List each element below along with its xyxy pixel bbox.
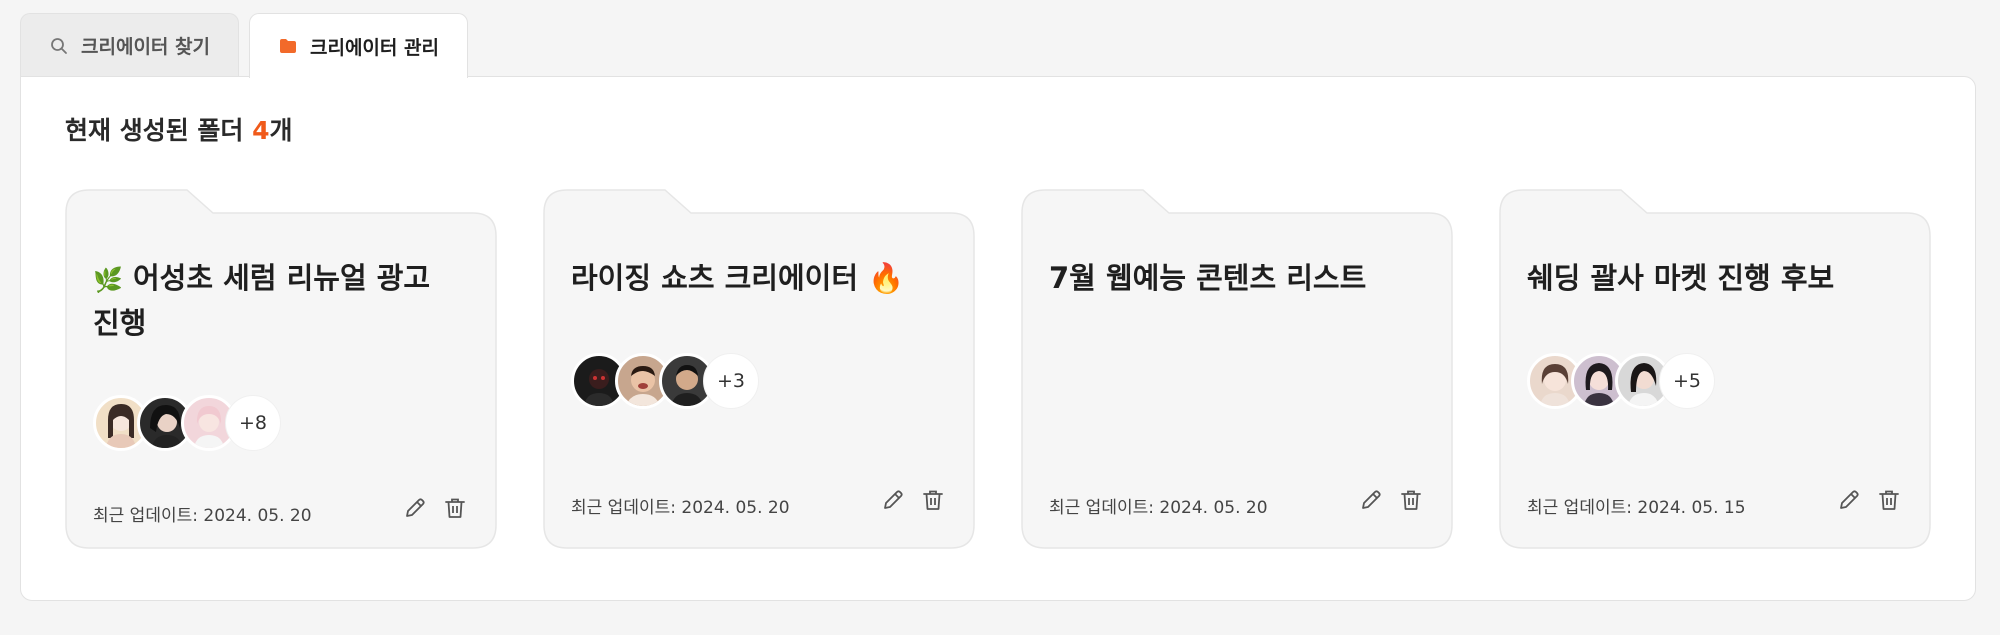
- folder-panel: 현재 생성된 폴더 4개 🌿 어성초 세럼 리뉴얼 광고 진행 +8 최근 업데…: [20, 76, 1976, 601]
- edit-button[interactable]: [1357, 486, 1385, 514]
- delete-button[interactable]: [1875, 486, 1903, 514]
- delete-button[interactable]: [441, 494, 469, 522]
- folder-actions: [1835, 486, 1903, 514]
- creator-avatars: +3: [571, 353, 759, 409]
- more-creators-badge: +3: [703, 353, 759, 409]
- edit-button[interactable]: [401, 494, 429, 522]
- updated-date: 최근 업데이트: 2024. 05. 20: [571, 498, 790, 518]
- pencil-icon: [884, 490, 903, 509]
- folder-title: 7월 웹예능 콘텐츠 리스트: [1049, 261, 1367, 295]
- folder-list: 🌿 어성초 세럼 리뉴얼 광고 진행 +8 최근 업데이트: 2024. 05.…: [65, 189, 1931, 549]
- updated-date: 최근 업데이트: 2024. 05. 20: [93, 506, 312, 526]
- more-creators-badge: +5: [1659, 353, 1715, 409]
- tab-manage-creator[interactable]: 크리에이터 관리: [248, 13, 468, 78]
- trash-icon: [923, 490, 943, 510]
- folder-card[interactable]: 🌿 어성초 세럼 리뉴얼 광고 진행 +8 최근 업데이트: 2024. 05.…: [65, 189, 497, 549]
- folder-actions: [1357, 486, 1425, 514]
- search-icon: [49, 36, 69, 56]
- trash-icon: [1401, 490, 1421, 510]
- updated-date: 최근 업데이트: 2024. 05. 20: [1049, 498, 1268, 518]
- updated-date: 최근 업데이트: 2024. 05. 15: [1527, 498, 1746, 518]
- tab-find-creator[interactable]: 크리에이터 찾기: [20, 13, 239, 77]
- folder-actions: [401, 494, 469, 522]
- creator-avatars: +8: [93, 395, 281, 451]
- pencil-icon: [1840, 490, 1859, 509]
- folder-title: 쉐딩 괄사 마켓 진행 후보: [1527, 261, 1835, 295]
- folder-card[interactable]: 7월 웹예능 콘텐츠 리스트 최근 업데이트: 2024. 05. 20: [1021, 189, 1453, 549]
- tab-bar: 크리에이터 찾기 크리에이터 관리: [20, 13, 468, 78]
- folder-count: 4: [252, 116, 270, 145]
- folder-title: 🌿 어성초 세럼 리뉴얼 광고 진행: [93, 261, 431, 340]
- edit-button[interactable]: [1835, 486, 1863, 514]
- delete-button[interactable]: [919, 486, 947, 514]
- edit-button[interactable]: [879, 486, 907, 514]
- folder-actions: [879, 486, 947, 514]
- folder-card[interactable]: 라이징 쇼츠 크리에이터 🔥 +3 최근 업데이트: 2024. 05. 20: [543, 189, 975, 549]
- tab-label: 크리에이터 관리: [309, 36, 439, 59]
- pencil-icon: [406, 498, 425, 517]
- trash-icon: [445, 498, 465, 518]
- folder-title: 라이징 쇼츠 크리에이터 🔥: [571, 261, 905, 295]
- leaf-icon: 🌿: [93, 266, 123, 294]
- more-creators-badge: +8: [225, 395, 281, 451]
- pencil-icon: [1362, 490, 1381, 509]
- delete-button[interactable]: [1397, 486, 1425, 514]
- folder-count-summary: 현재 생성된 폴더 4개: [65, 116, 293, 145]
- trash-icon: [1879, 490, 1899, 510]
- tab-label: 크리에이터 찾기: [81, 36, 210, 58]
- folder-icon: [278, 36, 298, 56]
- creator-avatars: +5: [1527, 353, 1715, 409]
- folder-card[interactable]: 쉐딩 괄사 마켓 진행 후보 +5 최근 업데이트: 2024. 05. 15: [1499, 189, 1931, 549]
